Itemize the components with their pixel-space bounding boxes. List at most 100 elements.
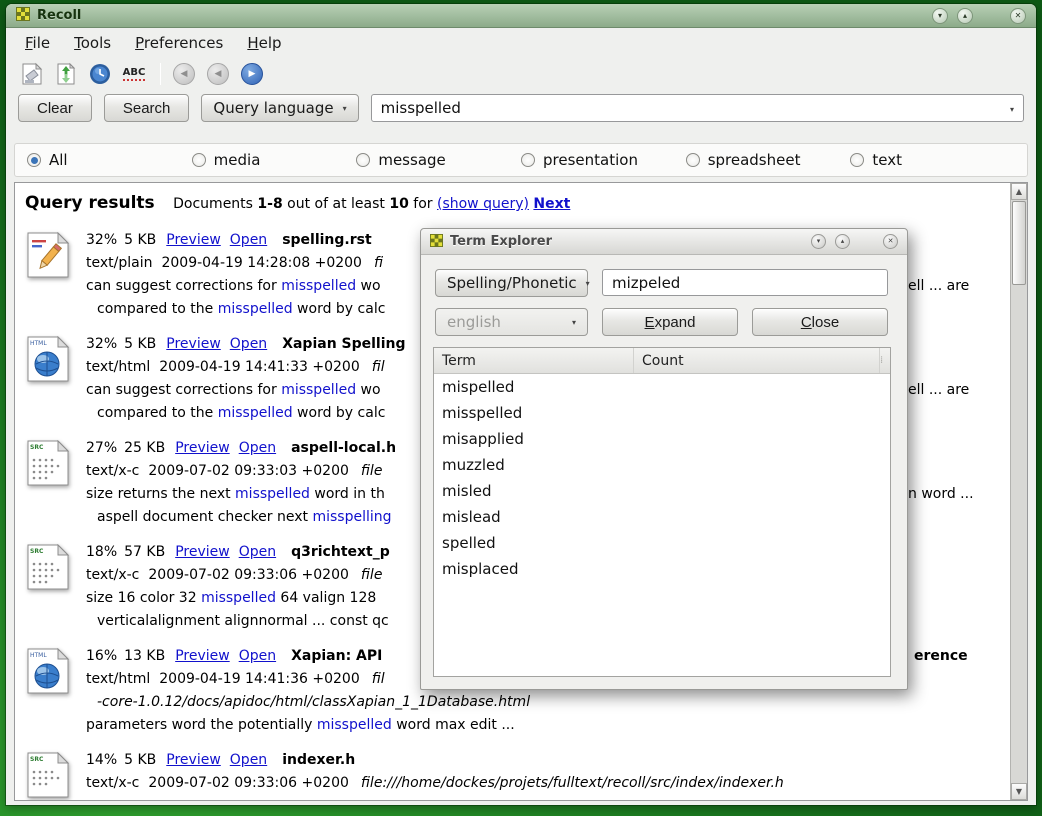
clear-search-icon[interactable] xyxy=(18,60,46,88)
result-title: Xapian Spelling xyxy=(282,336,405,352)
result-title: aspell-local.h xyxy=(291,440,396,456)
close-window-icon[interactable]: ✕ xyxy=(883,234,898,249)
previous-result-icon[interactable]: ◀ xyxy=(207,63,229,85)
open-link[interactable]: Open xyxy=(230,752,267,768)
result-title: Xapian: API xyxy=(291,648,382,664)
text-document-icon xyxy=(26,232,70,278)
open-link[interactable]: Open xyxy=(239,440,276,456)
term-row[interactable]: spelled xyxy=(434,530,890,556)
unshade-window-icon[interactable]: ▴ xyxy=(835,234,850,249)
column-grip-icon: ⁞ xyxy=(880,348,890,374)
unshade-window-icon[interactable]: ▴ xyxy=(957,8,973,24)
close-button[interactable]: Close xyxy=(752,308,888,336)
highlighted-term: misspelled xyxy=(218,405,293,421)
preview-link[interactable]: Preview xyxy=(166,336,221,352)
open-link[interactable]: Open xyxy=(230,232,267,248)
result-head-line: 14%5 KBPreviewOpenindexer.h xyxy=(86,749,1010,772)
term-table-body: mispelled misspelled misapplied muzzled … xyxy=(434,374,890,676)
menu-help[interactable]: Help xyxy=(238,31,290,55)
tool-bar: ABC ◀ ◀ ▶ xyxy=(6,57,1036,91)
filter-radio-presentation[interactable]: presentation xyxy=(521,151,686,169)
filter-radio-text[interactable]: text xyxy=(850,151,1015,169)
query-mode-select[interactable]: Query language ▾ xyxy=(201,94,358,122)
result-url: -core-1.0.12/docs/apidoc/html/classXapia… xyxy=(97,694,530,710)
term-row[interactable]: misled xyxy=(434,478,890,504)
result-range: 1-8 xyxy=(257,196,282,212)
search-bar: Clear Search Query language ▾ ▾ xyxy=(6,91,1036,129)
result-meta-line: text/x-c2009-07-02 09:33:06 +0200file://… xyxy=(86,772,1010,795)
open-link[interactable]: Open xyxy=(239,648,276,664)
history-icon[interactable] xyxy=(86,60,114,88)
scroll-up-icon[interactable]: ▲ xyxy=(1011,183,1027,200)
term-row[interactable]: misspelled xyxy=(434,400,890,426)
scrollbar-thumb[interactable] xyxy=(1012,201,1026,285)
open-link[interactable]: Open xyxy=(239,544,276,560)
preview-link[interactable]: Preview xyxy=(175,648,230,664)
results-header: Query results Documents 1-8 out of at le… xyxy=(25,193,1010,213)
dialog-titlebar[interactable]: Term Explorer ▾ ▴ ✕ xyxy=(421,229,907,255)
menu-tools[interactable]: Tools xyxy=(65,31,120,55)
radio-icon xyxy=(686,153,700,167)
filter-radio-media[interactable]: media xyxy=(192,151,357,169)
recoll-app-icon xyxy=(430,232,443,251)
window-titlebar[interactable]: Recoll ▾ ▴ ✕ xyxy=(6,4,1036,28)
preview-link[interactable]: Preview xyxy=(166,232,221,248)
search-button[interactable]: Search xyxy=(104,94,190,122)
result-url: file:///home/dockes/projets/fulltext/rec… xyxy=(361,775,784,791)
recoll-app-icon xyxy=(16,6,30,25)
preview-link[interactable]: Preview xyxy=(175,544,230,560)
update-index-icon[interactable] xyxy=(52,60,80,88)
chevron-down-icon: ▾ xyxy=(343,104,347,113)
term-input[interactable] xyxy=(612,274,878,292)
radio-icon xyxy=(850,153,864,167)
radio-icon xyxy=(356,153,370,167)
clear-button[interactable]: Clear xyxy=(18,94,92,122)
highlighted-term: misspelled xyxy=(218,301,293,317)
term-row[interactable]: misplaced xyxy=(434,556,890,582)
source-code-icon: SRC xyxy=(26,752,70,798)
term-explorer-dialog: Term Explorer ▾ ▴ ✕ Spelling/Phonetic ▾ … xyxy=(420,228,908,690)
scrollbar-track[interactable] xyxy=(1011,286,1027,783)
dialog-title: Term Explorer xyxy=(450,234,552,249)
open-link[interactable]: Open xyxy=(230,336,267,352)
result-title: indexer.h xyxy=(282,752,355,768)
svg-text:HTML: HTML xyxy=(30,340,47,347)
column-header-term[interactable]: Term xyxy=(434,348,634,373)
source-code-icon: SRC xyxy=(26,544,70,590)
preview-link[interactable]: Preview xyxy=(175,440,230,456)
close-window-icon[interactable]: ✕ xyxy=(1010,8,1026,24)
menu-file[interactable]: File xyxy=(16,31,59,55)
filter-radio-all[interactable]: All xyxy=(27,151,192,169)
menu-preferences[interactable]: Preferences xyxy=(126,31,232,55)
filter-radio-spreadsheet[interactable]: spreadsheet xyxy=(686,151,851,169)
column-header-count[interactable]: Count xyxy=(634,348,880,373)
term-row[interactable]: mislead xyxy=(434,504,890,530)
desktop-background: Recoll ▾ ▴ ✕ File Tools Preferences Help xyxy=(0,0,1042,816)
show-query-link[interactable]: (show query) xyxy=(437,196,529,212)
result-snippet-line: parameters word the potentially misspell… xyxy=(86,714,1010,737)
shade-window-icon[interactable]: ▾ xyxy=(932,8,948,24)
preview-link[interactable]: Preview xyxy=(166,752,221,768)
chevron-down-icon[interactable]: ▾ xyxy=(1010,105,1014,114)
term-row[interactable]: mispelled xyxy=(434,374,890,400)
results-scrollbar[interactable]: ▲ ▼ xyxy=(1010,183,1027,800)
term-table-header[interactable]: Term Count ⁞ xyxy=(434,348,890,374)
expand-button[interactable]: Expand xyxy=(602,308,738,336)
search-input-combo[interactable]: ▾ xyxy=(371,94,1024,122)
forward-icon[interactable]: ▶ xyxy=(241,63,263,85)
scroll-down-icon[interactable]: ▼ xyxy=(1011,783,1027,800)
filter-radio-message[interactable]: message xyxy=(356,151,521,169)
result-title: q3richtext_p xyxy=(291,544,390,560)
expand-mode-select[interactable]: Spelling/Phonetic ▾ xyxy=(435,269,588,297)
source-code-icon: SRC xyxy=(26,440,70,486)
snippet-tail: ell ... are xyxy=(908,379,969,402)
search-input[interactable] xyxy=(381,99,997,117)
shade-window-icon[interactable]: ▾ xyxy=(811,234,826,249)
next-page-link[interactable]: Next xyxy=(533,196,570,212)
term-row[interactable]: muzzled xyxy=(434,452,890,478)
term-row[interactable]: misapplied xyxy=(434,426,890,452)
back-icon[interactable]: ◀ xyxy=(173,63,195,85)
result-url-line: -core-1.0.12/docs/apidoc/html/classXapia… xyxy=(97,691,1010,714)
term-input-box[interactable] xyxy=(602,269,888,296)
spellcheck-icon[interactable]: ABC xyxy=(120,60,148,88)
